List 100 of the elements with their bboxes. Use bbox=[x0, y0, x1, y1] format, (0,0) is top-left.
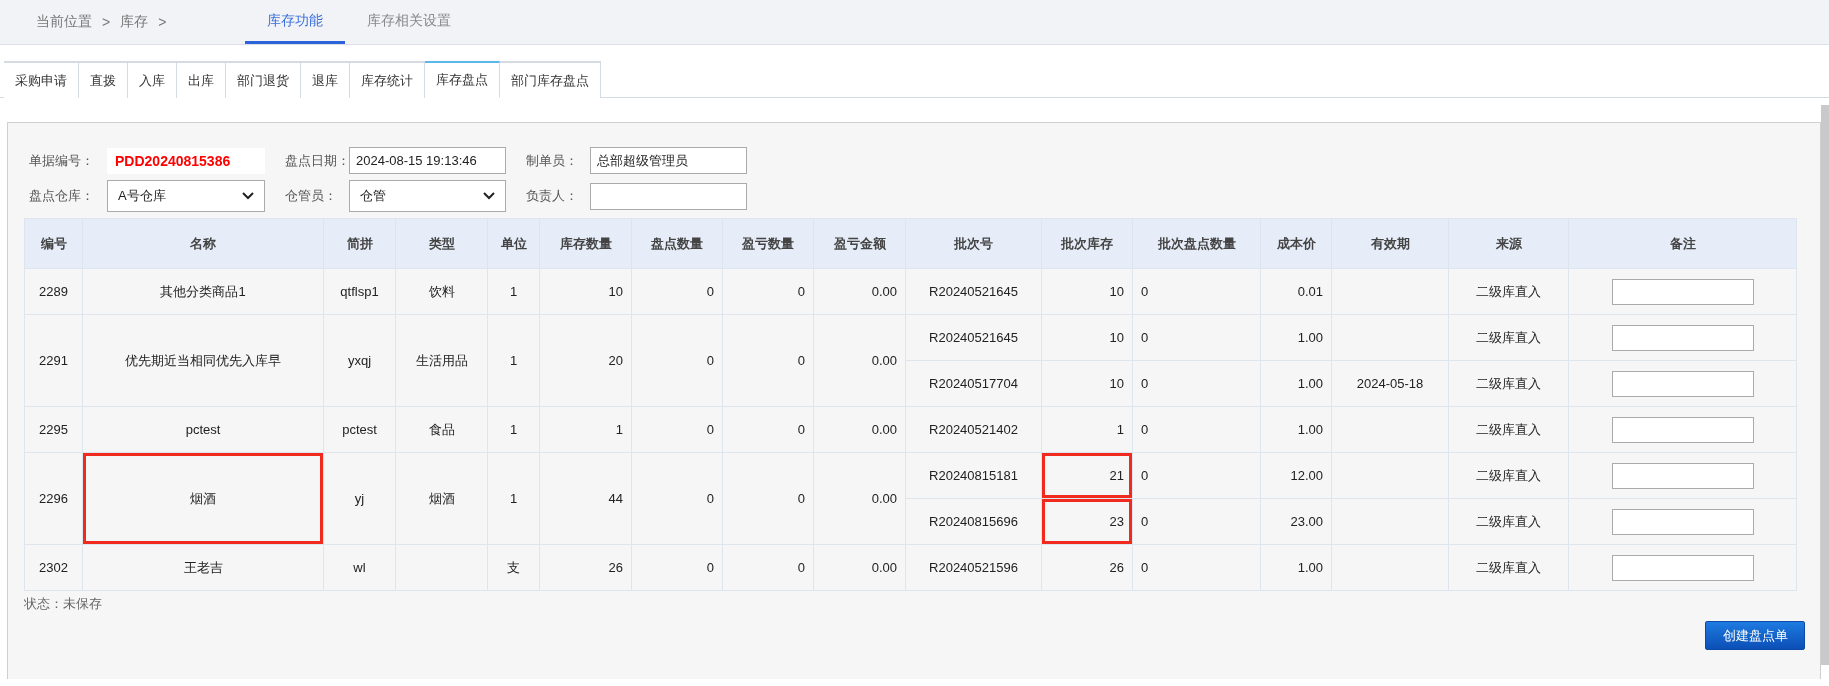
chevron-icon bbox=[483, 192, 495, 200]
table-cell: R20240521645 bbox=[905, 314, 1042, 361]
table-cell: 二级库直入 bbox=[1448, 498, 1569, 545]
table-cell: 0 bbox=[631, 406, 723, 453]
dropdown[interactable]: 仓管 bbox=[349, 180, 506, 212]
table-cell: 23 bbox=[1041, 498, 1133, 545]
scrollbar-thumb[interactable] bbox=[1821, 105, 1829, 665]
table-cell: 优先期近当相同优先入库早 bbox=[82, 314, 324, 407]
table-cell: 2289 bbox=[24, 268, 83, 315]
column-header: 类型 bbox=[395, 218, 488, 269]
table-cell: R20240521402 bbox=[905, 406, 1042, 453]
field-label: 负责人： bbox=[525, 187, 579, 205]
table-cell: 0 bbox=[1132, 544, 1261, 591]
top-tab[interactable]: 库存功能 bbox=[245, 0, 345, 44]
table-cell: 0 bbox=[1132, 314, 1261, 361]
column-header: 盈亏数量 bbox=[722, 218, 814, 269]
remark-field[interactable] bbox=[1611, 554, 1754, 581]
sub-tab[interactable]: 部门库存盘点 bbox=[500, 61, 601, 98]
remark-field[interactable] bbox=[1611, 370, 1754, 397]
remark-field[interactable] bbox=[1611, 462, 1754, 489]
remark-field[interactable] bbox=[1611, 324, 1754, 351]
input-field[interactable] bbox=[590, 182, 747, 210]
table-cell: qtflsp1 bbox=[323, 268, 396, 315]
table-cell: 0.01 bbox=[1260, 268, 1332, 315]
table-cell: 0 bbox=[1132, 498, 1261, 545]
column-header: 批次库存 bbox=[1041, 218, 1133, 269]
table-cell: 0.00 bbox=[813, 268, 906, 315]
table-cell: 二级库直入 bbox=[1448, 406, 1569, 453]
sub-tab[interactable]: 库存统计 bbox=[350, 61, 425, 98]
table-cell: 0 bbox=[631, 544, 723, 591]
table-cell: 二级库直入 bbox=[1448, 360, 1569, 407]
sub-tab[interactable]: 采购申请 bbox=[4, 61, 79, 98]
column-header: 来源 bbox=[1448, 218, 1569, 269]
table-cell: 王老吉 bbox=[82, 544, 324, 591]
chevron-icon bbox=[242, 192, 254, 200]
column-header: 盈亏金额 bbox=[813, 218, 906, 269]
status-text: 状态：未保存 bbox=[24, 595, 103, 613]
input-field[interactable]: 总部超级管理员 bbox=[590, 147, 747, 174]
remark-field[interactable] bbox=[1611, 278, 1754, 305]
table-cell: 0.00 bbox=[813, 314, 906, 407]
table-cell: 0 bbox=[1132, 360, 1261, 407]
table-cell: 10 bbox=[1041, 268, 1133, 315]
sub-tab[interactable]: 出库 bbox=[177, 61, 226, 98]
table-cell: 1 bbox=[487, 452, 540, 545]
table-cell: 2291 bbox=[24, 314, 83, 407]
column-header: 成本价 bbox=[1260, 218, 1332, 269]
table-cell: 26 bbox=[539, 544, 632, 591]
table-cell: 饮料 bbox=[395, 268, 488, 315]
field-label: 盘点日期： bbox=[284, 151, 349, 170]
sub-tab[interactable]: 直拨 bbox=[79, 61, 128, 98]
create-button[interactable]: 创建盘点单 bbox=[1705, 621, 1805, 650]
table-cell: 21 bbox=[1041, 452, 1133, 499]
table-cell: 10 bbox=[1041, 360, 1133, 407]
table-cell: R20240815696 bbox=[905, 498, 1042, 545]
column-header: 批次盘点数量 bbox=[1132, 218, 1261, 269]
table-cell: R20240815181 bbox=[905, 452, 1042, 499]
breadcrumb-separator: > bbox=[158, 14, 167, 30]
table-cell: R20240521645 bbox=[905, 268, 1042, 315]
table-cell: 0 bbox=[1132, 268, 1261, 315]
table-cell: 1 bbox=[487, 268, 540, 315]
table-cell: 0 bbox=[722, 452, 814, 545]
remark-field[interactable] bbox=[1611, 416, 1754, 443]
table-cell: yxqj bbox=[323, 314, 396, 407]
column-header: 盘点数量 bbox=[631, 218, 723, 269]
column-header: 有效期 bbox=[1331, 218, 1449, 269]
sub-tab[interactable]: 库存盘点 bbox=[425, 61, 500, 98]
table-cell: 1.00 bbox=[1260, 544, 1332, 591]
table-cell: 其他分类商品1 bbox=[82, 268, 324, 315]
table-cell: 1.00 bbox=[1260, 360, 1332, 407]
field-label: 盘点仓库： bbox=[28, 187, 95, 205]
table-cell: 10 bbox=[1041, 314, 1133, 361]
table-cell: 二级库直入 bbox=[1448, 452, 1569, 499]
table-cell: 2295 bbox=[24, 406, 83, 453]
table-cell: 12.00 bbox=[1260, 452, 1332, 499]
column-header: 单位 bbox=[487, 218, 540, 269]
table-cell: 支 bbox=[487, 544, 540, 591]
table-cell: pctest bbox=[82, 406, 324, 453]
input-field[interactable]: 2024-08-15 19:13:46 bbox=[349, 147, 506, 174]
table-cell: 44 bbox=[539, 452, 632, 545]
column-header: 批次号 bbox=[905, 218, 1042, 269]
table-cell: 0.00 bbox=[813, 406, 906, 453]
table-cell: yj bbox=[323, 452, 396, 545]
table-cell: 烟酒 bbox=[395, 452, 488, 545]
table-cell: 0 bbox=[1132, 406, 1261, 453]
table-cell: 0 bbox=[722, 314, 814, 407]
sub-tab[interactable]: 退库 bbox=[301, 61, 350, 98]
field-label: 制单员： bbox=[525, 151, 579, 170]
table-cell: 0.00 bbox=[813, 452, 906, 545]
table-cell: R20240517704 bbox=[905, 360, 1042, 407]
sub-tab[interactable]: 部门退货 bbox=[226, 61, 301, 98]
remark-field[interactable] bbox=[1611, 508, 1754, 535]
table-cell: 0 bbox=[722, 268, 814, 315]
breadcrumb-item: 当前位置 bbox=[36, 13, 92, 31]
breadcrumb-separator: > bbox=[102, 14, 111, 30]
sub-tab[interactable]: 入库 bbox=[128, 61, 177, 98]
table-cell: wl bbox=[323, 544, 396, 591]
field-label: 仓管员： bbox=[284, 187, 338, 205]
table-cell: 1 bbox=[1041, 406, 1133, 453]
table-cell: 2296 bbox=[24, 452, 83, 545]
dropdown[interactable]: A号仓库 bbox=[107, 180, 265, 212]
